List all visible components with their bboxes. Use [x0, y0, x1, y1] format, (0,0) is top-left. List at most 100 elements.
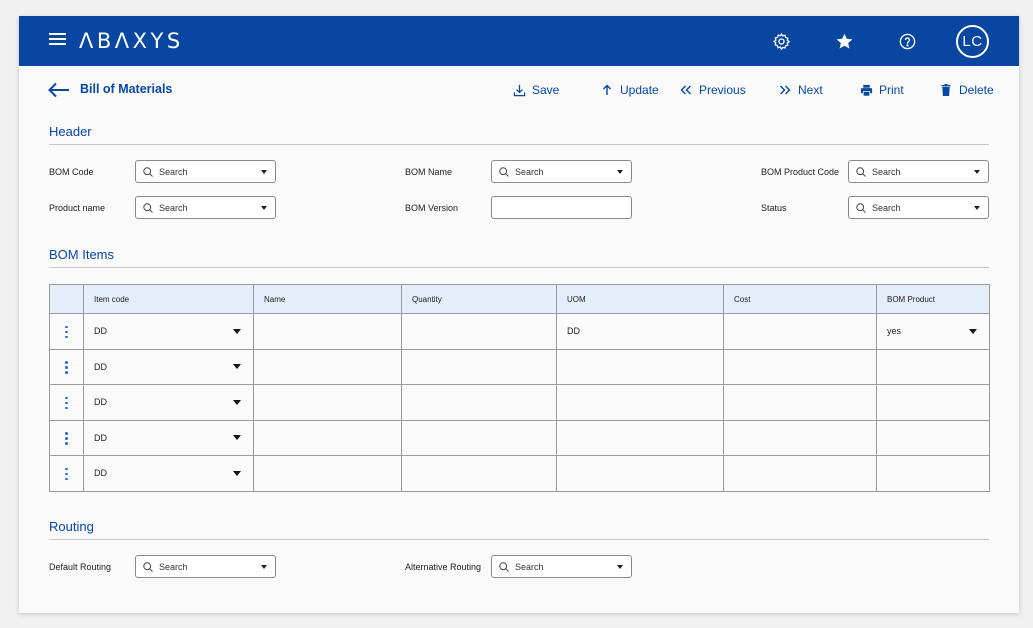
star-icon[interactable]	[832, 29, 856, 53]
double-chevron-left-icon	[679, 83, 693, 97]
row-actions-cell	[49, 384, 84, 421]
caret-down-icon	[261, 205, 267, 210]
search-icon	[499, 561, 509, 572]
quantity-cell[interactable]	[401, 313, 557, 350]
question-circle-icon[interactable]	[895, 29, 919, 53]
uom-cell[interactable]	[556, 455, 724, 492]
bom-product-cell[interactable]	[876, 455, 990, 492]
search-icon	[143, 166, 153, 177]
cost-cell[interactable]	[723, 455, 877, 492]
search-icon	[143, 561, 153, 572]
column-header-bom-product[interactable]: BOM Product	[876, 284, 990, 314]
update-button[interactable]: Update	[600, 83, 659, 97]
trash-icon	[939, 83, 953, 97]
bom-version-input[interactable]	[491, 196, 632, 219]
item-code-cell[interactable]: DD	[83, 455, 254, 492]
item-code-cell[interactable]: DD	[83, 419, 254, 456]
search-icon	[856, 166, 866, 177]
uom-cell[interactable]	[556, 419, 724, 456]
row-actions-cell	[49, 455, 84, 492]
column-header-uom[interactable]: UOM	[556, 284, 724, 314]
item-code-cell[interactable]: DD	[83, 348, 254, 385]
column-header-name[interactable]: Name	[253, 284, 402, 314]
app-logo[interactable]: ΛBΛXYS	[79, 28, 184, 54]
cost-cell[interactable]	[723, 348, 877, 385]
row-actions-cell	[49, 419, 84, 456]
double-chevron-right-icon	[778, 83, 792, 97]
column-header-item-code[interactable]: Item code	[83, 284, 254, 314]
name-cell[interactable]	[253, 384, 402, 421]
cost-cell[interactable]	[723, 384, 877, 421]
default-routing-select[interactable]: Search	[135, 555, 276, 578]
caret-down-icon	[261, 169, 267, 174]
name-cell[interactable]	[253, 419, 402, 456]
bom-version-label: BOM Version	[405, 203, 459, 213]
header-section-title: Header	[49, 124, 92, 139]
quantity-cell[interactable]	[401, 455, 557, 492]
kebab-menu-icon[interactable]	[61, 393, 72, 414]
uom-cell[interactable]	[556, 348, 724, 385]
bom-product-cell[interactable]	[876, 348, 990, 385]
name-cell[interactable]	[253, 313, 402, 350]
search-icon	[499, 166, 509, 177]
print-button[interactable]: Print	[859, 83, 904, 97]
name-cell[interactable]	[253, 348, 402, 385]
bom-name-select[interactable]: Search	[491, 160, 632, 183]
next-button[interactable]: Next	[778, 83, 823, 97]
search-icon	[856, 202, 866, 213]
kebab-menu-icon[interactable]	[61, 464, 72, 485]
bom-product-code-select[interactable]: Search	[848, 160, 989, 183]
column-header-quantity[interactable]: Quantity	[401, 284, 557, 314]
status-select[interactable]: Search	[848, 196, 989, 219]
app-window: ΛBΛXYS LC Bill of Materials Save Update …	[19, 16, 1019, 613]
user-avatar[interactable]: LC	[956, 25, 989, 58]
caret-down-icon	[233, 470, 241, 476]
page-title: Bill of Materials	[80, 82, 173, 96]
column-header-actions	[49, 284, 84, 314]
item-code-cell[interactable]: DD	[83, 313, 254, 350]
caret-down-icon	[233, 364, 241, 370]
product-name-select[interactable]: Search	[135, 196, 276, 219]
column-header-cost[interactable]: Cost	[723, 284, 877, 314]
previous-button[interactable]: Previous	[679, 83, 746, 97]
item-code-cell[interactable]: DD	[83, 384, 254, 421]
save-button[interactable]: Save	[512, 83, 559, 97]
status-label: Status	[761, 203, 787, 213]
alternative-routing-select[interactable]: Search	[491, 555, 632, 578]
bom-product-code-label: BOM Product Code	[761, 167, 840, 177]
table-row: DD DD yes	[49, 313, 990, 350]
arrow-left-icon[interactable]	[48, 82, 70, 98]
search-icon	[143, 202, 153, 213]
row-actions-cell	[49, 313, 84, 350]
kebab-menu-icon[interactable]	[61, 322, 72, 343]
uom-cell[interactable]: DD	[556, 313, 724, 350]
bom-product-cell[interactable]	[876, 419, 990, 456]
bom-product-cell[interactable]: yes	[876, 313, 990, 350]
caret-down-icon	[969, 328, 977, 334]
quantity-cell[interactable]	[401, 348, 557, 385]
quantity-cell[interactable]	[401, 384, 557, 421]
quantity-cell[interactable]	[401, 419, 557, 456]
cost-cell[interactable]	[723, 419, 877, 456]
product-name-label: Product name	[49, 203, 106, 213]
routing-divider	[49, 539, 989, 540]
kebab-menu-icon[interactable]	[61, 357, 72, 378]
uom-cell[interactable]	[556, 384, 724, 421]
caret-down-icon	[617, 169, 623, 174]
hamburger-icon[interactable]	[49, 33, 66, 47]
name-cell[interactable]	[253, 455, 402, 492]
bom-code-select[interactable]: Search	[135, 160, 276, 183]
bom-items-divider	[49, 267, 989, 268]
delete-button[interactable]: Delete	[939, 83, 994, 97]
kebab-menu-icon[interactable]	[61, 428, 72, 449]
caret-down-icon	[233, 328, 241, 334]
table-header-row: Item code Name Quantity UOM Cost BOM Pro…	[49, 284, 990, 314]
header-divider	[49, 144, 989, 145]
cost-cell[interactable]	[723, 313, 877, 350]
caret-down-icon	[261, 564, 267, 569]
row-actions-cell	[49, 348, 84, 385]
bom-product-cell[interactable]	[876, 384, 990, 421]
gear-icon[interactable]	[769, 29, 793, 53]
default-routing-label: Default Routing	[49, 562, 112, 572]
caret-down-icon	[617, 564, 623, 569]
